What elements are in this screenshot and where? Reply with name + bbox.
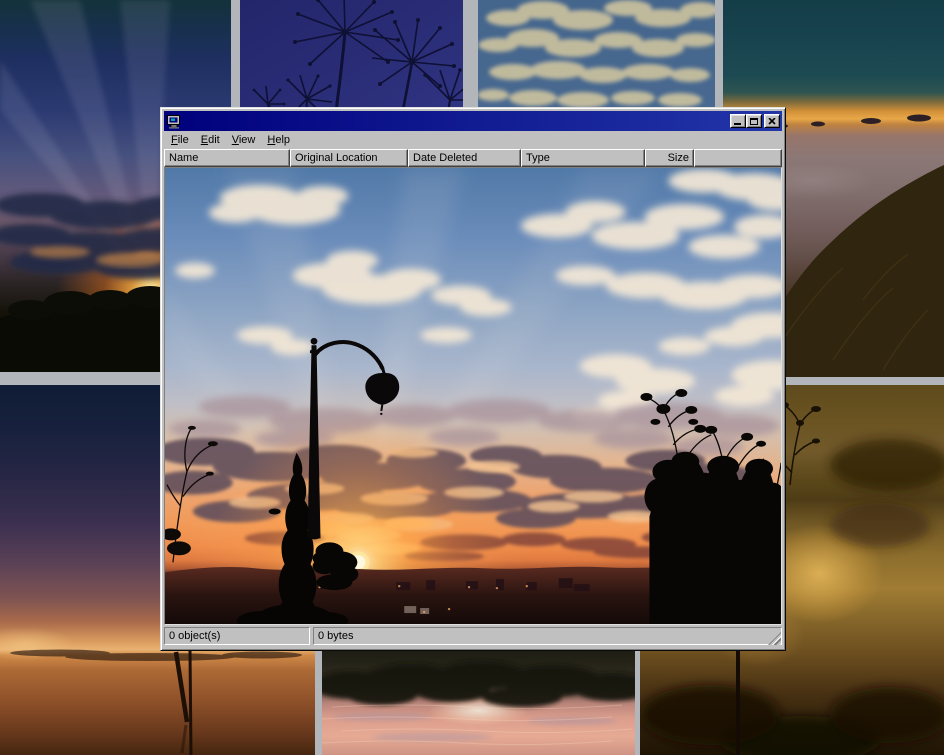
- maximize-icon: [750, 118, 758, 125]
- column-header-size[interactable]: Size: [645, 149, 694, 167]
- titlebar[interactable]: [164, 111, 782, 131]
- status-byte-count: 0 bytes: [313, 627, 782, 645]
- close-button[interactable]: [764, 114, 780, 128]
- status-object-count: 0 object(s): [164, 627, 310, 645]
- column-header-type[interactable]: Type: [521, 149, 645, 167]
- menu-edit[interactable]: Edit: [195, 133, 226, 148]
- minimize-icon: [734, 123, 741, 125]
- status-bar: 0 object(s) 0 bytes: [164, 627, 782, 647]
- menu-help[interactable]: Help: [261, 133, 296, 148]
- desktop: { "desktop": { "background_color": "#b2b…: [0, 0, 944, 755]
- column-header-filler[interactable]: [694, 149, 782, 167]
- column-headers: Name Original Location Date Deleted Type…: [164, 149, 782, 167]
- menu-bar: File Edit View Help: [164, 131, 782, 149]
- menu-file[interactable]: File: [165, 133, 195, 148]
- menu-view[interactable]: View: [226, 133, 262, 148]
- maximize-button[interactable]: [746, 114, 762, 128]
- column-header-date-deleted[interactable]: Date Deleted: [408, 149, 521, 167]
- column-header-name[interactable]: Name: [164, 149, 290, 167]
- computer-icon: [166, 114, 182, 129]
- column-header-original-location[interactable]: Original Location: [290, 149, 408, 167]
- sunset-photo: [165, 168, 781, 624]
- close-icon: [768, 118, 776, 125]
- file-list-area[interactable]: [164, 167, 782, 625]
- recycle-bin-window: File Edit View Help Name Original Locati…: [160, 107, 786, 651]
- minimize-button[interactable]: [730, 114, 746, 128]
